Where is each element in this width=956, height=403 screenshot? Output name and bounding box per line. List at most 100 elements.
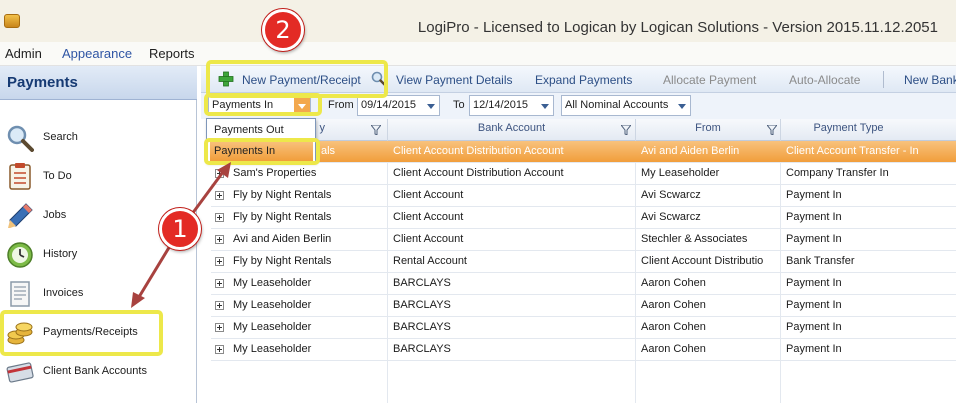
allocate-payment-button[interactable]: Allocate Payment bbox=[663, 73, 756, 87]
expand-row-icon[interactable] bbox=[215, 279, 224, 288]
expand-row-icon[interactable] bbox=[215, 235, 224, 244]
app-icon bbox=[4, 14, 20, 28]
cell-payer: Fly by Night Rentals bbox=[233, 211, 332, 223]
toolbar-separator bbox=[883, 71, 884, 88]
expand-payments-button[interactable]: Expand Payments bbox=[535, 73, 632, 87]
cell-from: Aaron Cohen bbox=[641, 277, 706, 289]
cell-payer: als bbox=[321, 145, 336, 157]
table-row[interactable]: My Leaseholder BARCLAYS Aaron Cohen Payment… bbox=[211, 317, 956, 339]
payments-grid: als Client Account Distribution Account Av… bbox=[211, 141, 956, 403]
cell-from: Avi and Aiden Berlin bbox=[641, 145, 740, 157]
new-bank-button[interactable]: New Bank bbox=[904, 73, 956, 87]
from-label: From bbox=[328, 99, 354, 111]
table-row[interactable]: Avi and Aiden Berlin Client Account Stechl… bbox=[211, 229, 956, 251]
cell-from: Aaron Cohen bbox=[641, 321, 706, 333]
cell-type: Company Transfer In bbox=[786, 167, 889, 179]
expand-row-icon[interactable] bbox=[215, 345, 224, 354]
cell-from: My Leaseholder bbox=[641, 167, 720, 179]
column-header-label: From bbox=[695, 122, 721, 134]
cell-from: Aaron Cohen bbox=[641, 343, 706, 355]
chevron-down-icon bbox=[541, 104, 549, 109]
cell-type: Payment In bbox=[786, 299, 842, 311]
cell-payer: Sam's Properties bbox=[233, 167, 317, 179]
cell-type: Payment In bbox=[786, 277, 842, 289]
cell-payer: Avi and Aiden Berlin bbox=[233, 233, 332, 245]
cell-from: Stechler & Associates bbox=[641, 233, 748, 245]
view-payment-details-button[interactable]: View Payment Details bbox=[396, 73, 513, 87]
bank-card-icon bbox=[6, 362, 34, 383]
highlight-payments-in-option bbox=[204, 138, 320, 165]
filter-icon[interactable] bbox=[371, 125, 381, 135]
cell-payer: My Leaseholder bbox=[233, 321, 312, 333]
chevron-down-icon bbox=[678, 104, 686, 109]
chevron-down-icon bbox=[427, 104, 435, 109]
highlight-direction-select bbox=[204, 93, 322, 116]
from-date-picker[interactable]: 09/14/2015 bbox=[357, 95, 440, 116]
grid-header: y Bank Account From Payment Type bbox=[211, 119, 956, 141]
table-row[interactable]: My Leaseholder BARCLAYS Aaron Cohen Payment… bbox=[211, 339, 956, 361]
expand-row-icon[interactable] bbox=[215, 257, 224, 266]
table-row[interactable]: Fly by Night Rentals Rental Account Client… bbox=[211, 251, 956, 273]
sidebar-title: Payments bbox=[7, 74, 78, 91]
sidebar-item-invoices[interactable]: Invoices bbox=[0, 277, 196, 311]
dropdown-option-payments-out[interactable]: Payments Out bbox=[210, 120, 313, 140]
highlight-payments-receipts-nav bbox=[0, 310, 163, 356]
table-row[interactable]: My Leaseholder BARCLAYS Aaron Cohen Payment… bbox=[211, 295, 956, 317]
to-label: To bbox=[453, 99, 465, 111]
sidebar-item-search[interactable]: Search bbox=[0, 121, 196, 155]
table-row[interactable]: My Leaseholder BARCLAYS Aaron Cohen Payment… bbox=[211, 273, 956, 295]
menu-admin[interactable]: Admin bbox=[5, 46, 42, 61]
sidebar-item-label: History bbox=[43, 248, 78, 260]
cell-bank: Client Account bbox=[393, 211, 464, 223]
expand-row-icon[interactable] bbox=[215, 301, 224, 310]
table-row-selected[interactable]: als Client Account Distribution Account Av… bbox=[211, 141, 956, 163]
sidebar-item-client-bank-accounts[interactable]: Client Bank Accounts bbox=[0, 355, 196, 389]
table-row[interactable]: Fly by Night Rentals Client Account Avi Sc… bbox=[211, 207, 956, 229]
expand-row-icon[interactable] bbox=[215, 213, 224, 222]
menu-bar: Admin Appearance Reports bbox=[0, 42, 956, 66]
filter-icon[interactable] bbox=[767, 125, 777, 135]
column-header-label: y bbox=[319, 122, 326, 134]
table-row[interactable]: Sam's Properties Client Account Distribut… bbox=[211, 163, 956, 185]
filter-icon[interactable] bbox=[621, 125, 631, 135]
sidebar-item-todo[interactable]: To Do bbox=[0, 160, 196, 194]
window-title: LogiPro - Licensed to Logican by Logican… bbox=[417, 19, 938, 36]
step-2-callout: 2 bbox=[262, 9, 304, 51]
cell-payer: My Leaseholder bbox=[233, 343, 312, 355]
magnifier-icon bbox=[7, 125, 34, 152]
cell-bank: Client Account Distribution Account bbox=[393, 167, 564, 179]
cell-from: Aaron Cohen bbox=[641, 299, 706, 311]
menu-appearance[interactable]: Appearance bbox=[62, 46, 132, 61]
cell-bank: BARCLAYS bbox=[393, 343, 451, 355]
column-header-payment-type[interactable]: Payment Type bbox=[780, 119, 956, 141]
sidebar-item-label: Jobs bbox=[43, 209, 67, 221]
nominal-account-select[interactable]: All Nominal Accounts bbox=[561, 95, 691, 116]
cell-bank: Client Account bbox=[393, 189, 464, 201]
table-row[interactable]: Fly by Night Rentals Client Account Avi Sc… bbox=[211, 185, 956, 207]
from-date-value: 09/14/2015 bbox=[361, 99, 417, 111]
expand-row-icon[interactable] bbox=[215, 191, 224, 200]
invoice-icon bbox=[10, 281, 30, 307]
column-header-label: Bank Account bbox=[477, 122, 546, 134]
sidebar-item-label: Search bbox=[43, 131, 78, 143]
main-panel: New Payment/Receipt View Payment Details… bbox=[201, 66, 956, 403]
clock-icon bbox=[7, 242, 33, 268]
column-header-bank-account[interactable]: Bank Account bbox=[387, 119, 635, 141]
cell-bank: Client Account Distribution Account bbox=[393, 145, 564, 157]
auto-allocate-button[interactable]: Auto-Allocate bbox=[789, 73, 860, 87]
cell-bank: Client Account bbox=[393, 233, 464, 245]
column-header-from[interactable]: From bbox=[635, 119, 780, 141]
cell-from: Avi Scwarcz bbox=[641, 189, 701, 201]
cell-from: Client Account Distributio bbox=[641, 255, 764, 267]
to-date-picker[interactable]: 12/14/2015 bbox=[469, 95, 554, 116]
checklist-icon bbox=[9, 163, 31, 190]
menu-reports[interactable]: Reports bbox=[149, 46, 195, 61]
cell-payer: My Leaseholder bbox=[233, 277, 312, 289]
sidebar-item-label: Client Bank Accounts bbox=[43, 365, 147, 377]
nominal-account-value: All Nominal Accounts bbox=[565, 99, 669, 111]
cell-type: Payment In bbox=[786, 211, 842, 223]
expand-row-icon[interactable] bbox=[215, 323, 224, 332]
cell-type: Payment In bbox=[786, 233, 842, 245]
sidebar-header: Payments bbox=[0, 66, 197, 100]
expand-row-icon[interactable] bbox=[215, 169, 224, 178]
